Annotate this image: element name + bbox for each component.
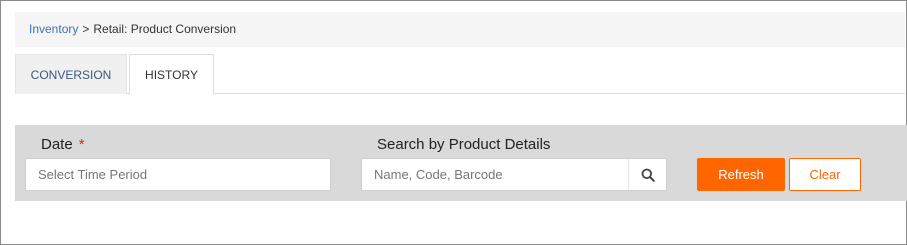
- breadcrumb-link-inventory[interactable]: Inventory: [29, 22, 78, 36]
- date-period-input[interactable]: Select Time Period: [25, 158, 331, 191]
- refresh-button[interactable]: Refresh: [697, 158, 785, 191]
- required-marker: *: [78, 136, 85, 153]
- tab-history[interactable]: HISTORY: [129, 54, 214, 95]
- tab-conversion[interactable]: CONVERSION: [15, 54, 127, 94]
- search-button[interactable]: [628, 159, 666, 190]
- search-icon: [641, 168, 655, 182]
- page-frame: Inventory > Retail: Product Conversion CON…: [0, 0, 907, 245]
- breadcrumb: Inventory > Retail: Product Conversion: [15, 12, 905, 47]
- breadcrumb-separator: >: [82, 22, 90, 36]
- product-search-input[interactable]: Name, Code, Barcode: [361, 158, 667, 191]
- tab-bar: CONVERSION HISTORY: [15, 54, 905, 95]
- search-label: Search by Product Details: [377, 136, 551, 153]
- breadcrumb-current: Retail: Product Conversion: [93, 22, 237, 36]
- date-label-text: Date: [41, 136, 73, 153]
- clear-button[interactable]: Clear: [789, 158, 861, 191]
- date-period-placeholder: Select Time Period: [38, 167, 148, 182]
- date-label: Date *: [41, 136, 85, 153]
- filter-panel: Date * Search by Product Details Select T…: [15, 125, 907, 201]
- product-search-placeholder: Name, Code, Barcode: [374, 167, 503, 182]
